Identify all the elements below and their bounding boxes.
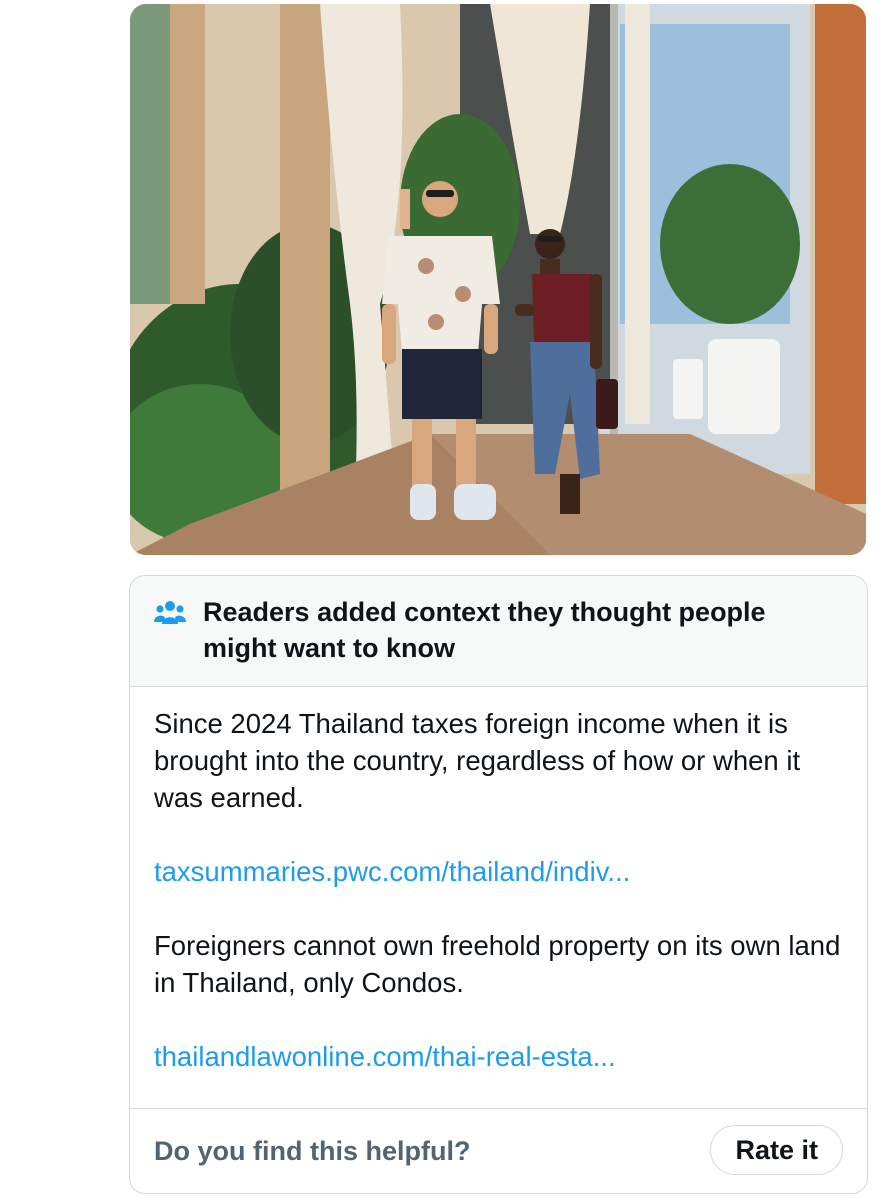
note-paragraph-tax: Since 2024 Thailand taxes foreign income… [154, 708, 801, 813]
note-paragraph-property: Foreigners cannot own freehold property … [154, 930, 841, 998]
people-icon [154, 601, 186, 624]
source-link-tax[interactable]: taxsummaries.pwc.com/thailand/indiv... [154, 853, 843, 890]
community-note-title: Readers added context they thought peopl… [203, 597, 766, 663]
community-note: Readers added context they thought peopl… [129, 575, 868, 1194]
rate-it-button[interactable]: Rate it [710, 1125, 843, 1175]
post-photo[interactable] [130, 4, 866, 555]
source-link-property[interactable]: thailandlawonline.com/thai-real-esta... [154, 1038, 843, 1075]
community-note-header: Readers added context they thought peopl… [130, 576, 867, 687]
community-note-footer: Do you find this helpful? Rate it [130, 1108, 867, 1193]
community-note-body: Since 2024 Thailand taxes foreign income… [130, 687, 867, 1075]
helpful-question: Do you find this helpful? [154, 1136, 471, 1166]
